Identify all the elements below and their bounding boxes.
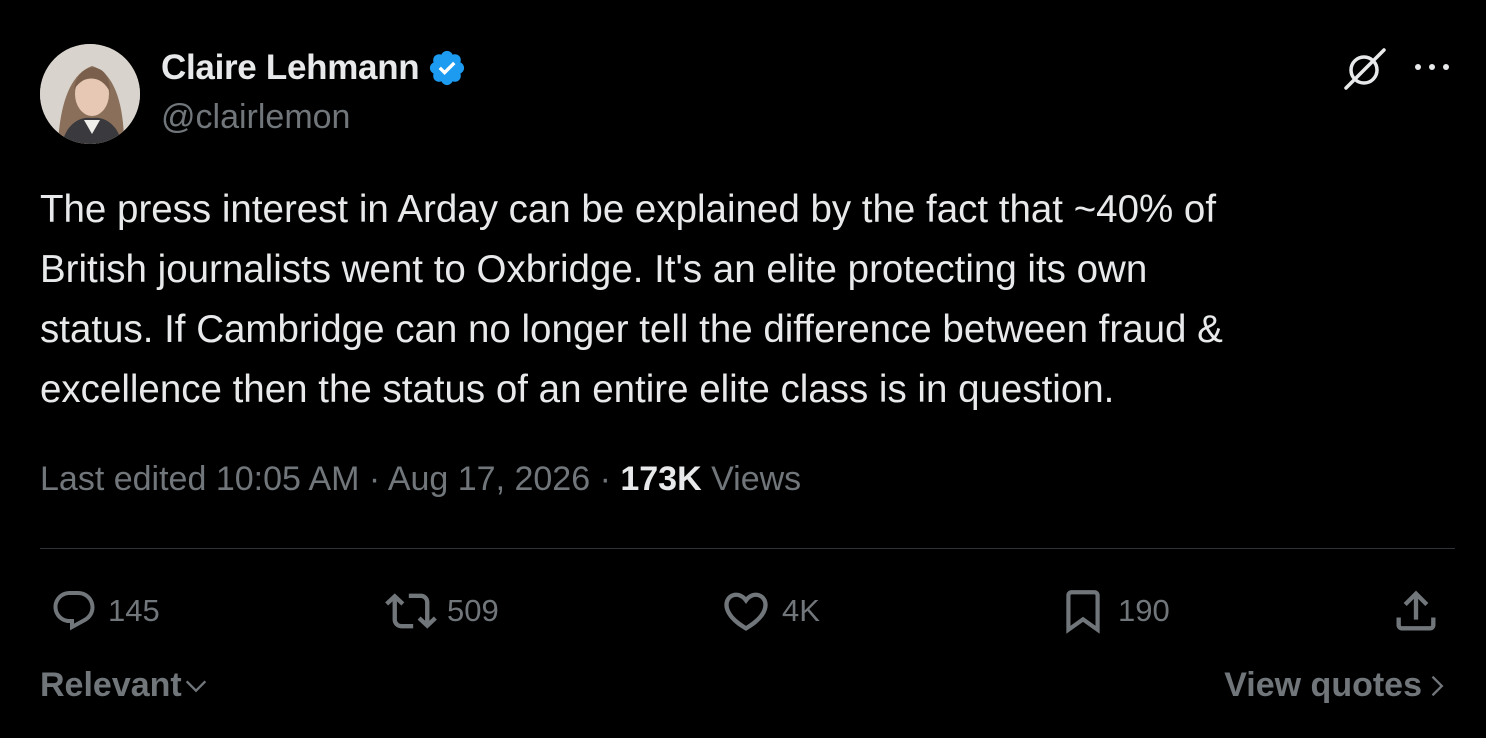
author-name-row[interactable]: Claire Lehmann	[161, 46, 467, 90]
like-button[interactable]: 4K	[720, 583, 820, 639]
views-label: Views	[711, 460, 802, 498]
meta-separator: ·	[599, 460, 611, 498]
reply-button[interactable]: 145	[50, 583, 160, 639]
meta-separator: ·	[368, 460, 381, 498]
retweet-button[interactable]: 509	[385, 583, 499, 639]
view-quotes-link[interactable]: View quotes	[1224, 666, 1450, 705]
like-count: 4K	[782, 593, 820, 628]
sort-relevant-dropdown[interactable]: Relevant	[40, 666, 210, 705]
author-name[interactable]: Claire Lehmann	[161, 48, 420, 88]
bookmark-count: 190	[1118, 593, 1170, 628]
verified-badge-icon[interactable]	[427, 48, 467, 88]
view-quotes-label: View quotes	[1224, 666, 1422, 704]
reply-count: 145	[108, 593, 160, 628]
more-icon[interactable]	[1410, 52, 1454, 82]
heart-icon	[724, 592, 768, 631]
avatar-photo	[40, 44, 140, 144]
reply-icon	[53, 591, 95, 631]
retweet-icon	[385, 593, 437, 629]
tweet-text: The press interest in Arday can be expla…	[40, 188, 1223, 411]
sort-label: Relevant	[40, 666, 182, 704]
grok-icon[interactable]	[1340, 44, 1390, 94]
bookmark-icon	[1066, 590, 1100, 634]
tweet-meta: Last edited 10:05 AM · Aug 17, 2026 · 17…	[40, 460, 801, 499]
views-count: 173K	[620, 460, 702, 498]
author-handle[interactable]: @clairlemon	[161, 98, 350, 137]
tweet-date[interactable]: Aug 17, 2026	[388, 460, 590, 498]
bookmark-button[interactable]: 190	[1058, 583, 1170, 639]
share-button[interactable]	[1390, 583, 1442, 639]
avatar[interactable]	[40, 44, 140, 144]
chevron-down-icon	[185, 680, 206, 692]
chevron-right-icon	[1431, 675, 1444, 696]
share-icon	[1396, 590, 1436, 631]
retweet-count: 509	[447, 593, 499, 628]
tweet-time[interactable]: 10:05 AM	[216, 460, 360, 498]
edited-label[interactable]: Last edited	[40, 460, 206, 498]
divider	[40, 548, 1455, 549]
